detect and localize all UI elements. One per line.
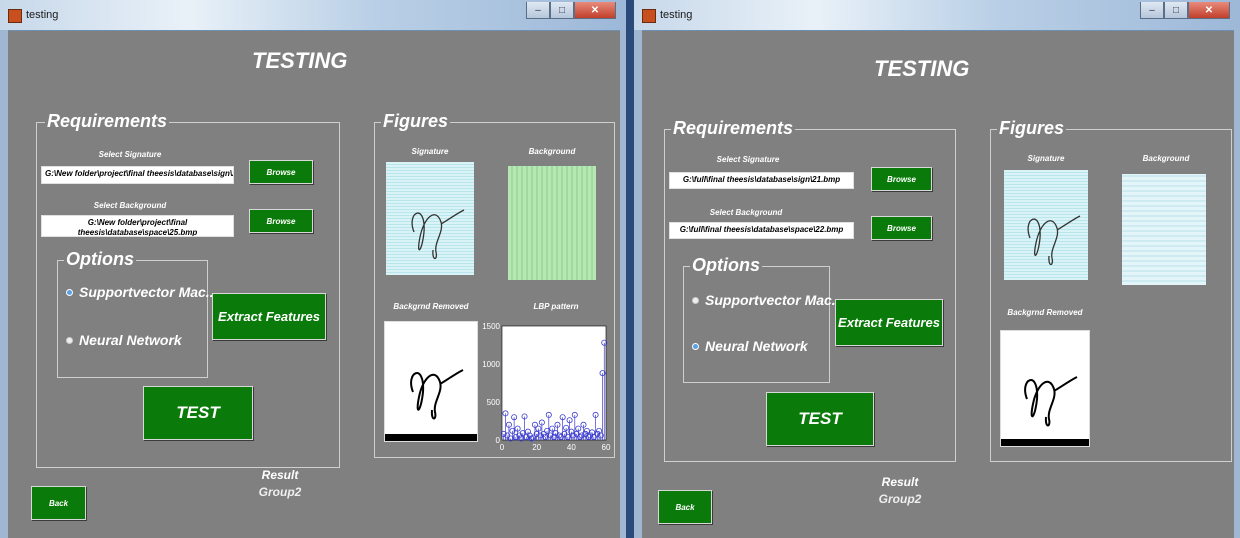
plot-area (501, 325, 607, 441)
window-title: testing (26, 9, 59, 21)
svm-label: Supportvector Mac... (79, 284, 218, 300)
window-frame-left (634, 30, 642, 538)
neural-network-label: Neural Network (79, 332, 182, 348)
app-icon (642, 9, 656, 23)
bg-removed-figure-label: Backgrnd Removed (1007, 308, 1083, 317)
signature-binary-icon (1001, 376, 1089, 446)
signature-path-field[interactable]: G:\full\final theesis\database\sign\21.b… (669, 172, 854, 189)
page-title: TESTING (252, 48, 348, 73)
radio-selected-icon (692, 342, 699, 350)
background-figure-label: Background (1142, 154, 1190, 163)
signature-stroke-icon (411, 209, 465, 260)
svm-label: Supportvector Mac... (705, 292, 844, 308)
title-bar[interactable]: testing – □ ✕ (0, 0, 626, 31)
bg-removed-image (1000, 330, 1090, 447)
select-background-label: Select Background (709, 208, 783, 217)
y-tick-label: 0 (496, 436, 501, 445)
background-figure-label: Background (528, 147, 576, 156)
x-tick-label: 40 (567, 443, 576, 452)
options-panel: Options (683, 255, 830, 383)
requirements-title: Requirements (671, 118, 796, 138)
svm-radio[interactable]: Supportvector Mac... (692, 292, 843, 308)
radio-unselected-icon (692, 296, 699, 304)
select-signature-label: Select Signature (716, 155, 780, 164)
figures-title: Figures (381, 111, 451, 131)
signature-binary-icon (385, 369, 477, 441)
extract-features-button[interactable]: Extract Features (212, 293, 326, 340)
title-bar[interactable]: testing – □ ✕ (634, 0, 1240, 31)
signature-figure-label: Signature (1027, 154, 1065, 163)
extract-features-button[interactable]: Extract Features (835, 299, 943, 346)
requirements-title: Requirements (45, 111, 170, 131)
browse-background-button[interactable]: Browse (249, 209, 313, 233)
result-value: Group2 (258, 485, 302, 499)
radio-unselected-icon (66, 336, 73, 344)
options-title: Options (64, 249, 136, 269)
window-separator (626, 0, 634, 538)
browse-signature-button[interactable]: Browse (871, 167, 932, 191)
lbp-pattern-chart: 0 20 40 60 0 500 1000 1500 (482, 322, 611, 452)
options-title: Options (690, 255, 762, 275)
bg-removed-image (384, 321, 478, 442)
background-image (508, 166, 596, 280)
lbp-figure-label: LBP pattern (533, 302, 579, 311)
x-tick-label: 60 (602, 443, 611, 452)
result-value: Group2 (878, 492, 922, 506)
signature-figure-label: Signature (411, 147, 449, 156)
background-image (1122, 174, 1206, 285)
y-tick-label: 500 (487, 398, 501, 407)
window-frame-left (0, 30, 8, 538)
maximize-icon[interactable]: □ (1164, 2, 1188, 19)
select-signature-label: Select Signature (98, 150, 162, 159)
y-tick-label: 1500 (482, 322, 500, 331)
close-icon[interactable]: ✕ (1188, 2, 1230, 19)
signature-image (1004, 170, 1088, 280)
app-icon (8, 9, 22, 23)
minimize-icon[interactable]: – (1140, 2, 1164, 19)
test-button[interactable]: TEST (143, 386, 253, 440)
minimize-icon[interactable]: – (526, 2, 550, 19)
background-path-field[interactable]: G:\New folder\project\final theesis\data… (41, 215, 234, 237)
y-tick-label: 1000 (482, 360, 500, 369)
maximize-icon[interactable]: □ (550, 2, 574, 19)
back-button[interactable]: Back (658, 490, 712, 524)
select-background-label: Select Background (93, 201, 167, 210)
neural-network-label: Neural Network (705, 338, 808, 354)
browse-background-button[interactable]: Browse (871, 216, 932, 240)
svm-radio[interactable]: Supportvector Mac... (66, 284, 217, 300)
page-title: TESTING (874, 56, 970, 81)
signature-stroke-icon (1027, 215, 1081, 266)
neural-network-radio[interactable]: Neural Network (692, 338, 808, 354)
result-label: Result (881, 475, 919, 489)
x-tick-label: 0 (500, 443, 505, 452)
signature-path-field[interactable]: G:\New folder\project\final theesis\data… (41, 166, 234, 184)
window-title: testing (660, 9, 693, 21)
testing-window-2: testing – □ ✕ TESTING Requirements Selec… (634, 0, 1240, 538)
signature-image (386, 162, 474, 275)
bg-removed-figure-label: Backgrnd Removed (393, 302, 469, 311)
figures-title: Figures (997, 118, 1067, 138)
window-frame-right (1234, 30, 1240, 538)
back-button[interactable]: Back (31, 486, 86, 520)
browse-signature-button[interactable]: Browse (249, 160, 313, 184)
neural-network-radio[interactable]: Neural Network (66, 332, 182, 348)
result-label: Result (261, 468, 299, 482)
testing-window-1: testing – □ ✕ TESTING Requirements Selec… (0, 0, 626, 538)
x-tick-label: 20 (532, 443, 541, 452)
close-icon[interactable]: ✕ (574, 2, 616, 19)
test-button[interactable]: TEST (766, 392, 874, 446)
radio-selected-icon (66, 288, 73, 296)
options-panel: Options (57, 249, 208, 378)
background-path-field[interactable]: G:\full\final theesis\database\space\22.… (669, 222, 854, 239)
